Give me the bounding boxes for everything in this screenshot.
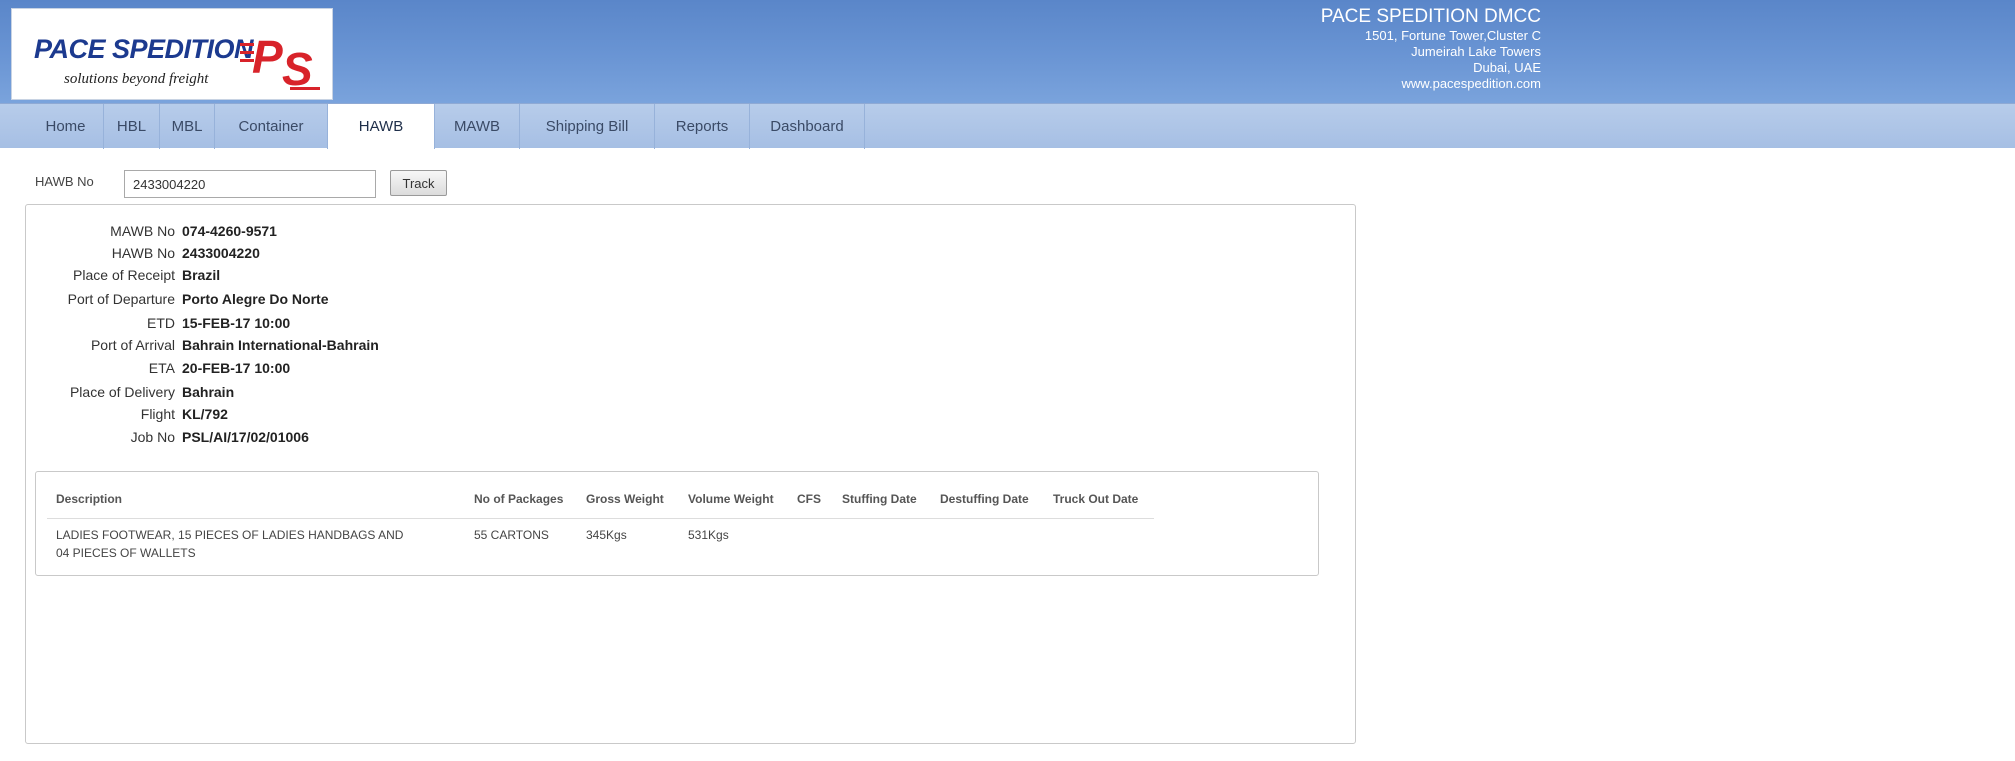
detail-label: Flight — [140, 406, 175, 422]
detail-label: ETA — [148, 360, 175, 376]
detail-label: Place of Delivery — [69, 384, 175, 400]
address-line: 1501, Fortune Tower,Cluster C — [1364, 28, 1541, 43]
detail-value: 15-FEB-17 10:00 — [182, 315, 291, 331]
detail-label: Port of Departure — [67, 291, 175, 307]
detail-label: Place of Receipt — [73, 267, 175, 283]
track-button[interactable]: Track — [390, 170, 447, 196]
tab-home[interactable]: Home — [28, 104, 104, 149]
svg-text:P: P — [252, 31, 283, 83]
column-header-gross-weight: Gross Weight — [586, 492, 664, 506]
company-name: PACE SPEDITION DMCC — [1320, 6, 1541, 27]
column-header-stuffing-date: Stuffing Date — [842, 492, 917, 506]
tab-hawb[interactable]: HAWB — [328, 104, 435, 149]
cell-description-line: 04 PIECES OF WALLETS — [56, 546, 196, 560]
tab-mawb[interactable]: MAWB — [435, 104, 520, 149]
column-header-description: Description — [56, 492, 123, 506]
address-line: Jumeirah Lake Towers — [1411, 44, 1541, 59]
detail-value: Brazil — [182, 267, 221, 283]
detail-value: Bahrain — [182, 384, 235, 400]
detail-label: HAWB No — [111, 245, 175, 261]
detail-value: Porto Alegre Do Norte — [182, 291, 329, 307]
company-logo[interactable]: PACE SPEDITION solutions beyond freight … — [11, 8, 333, 100]
tab-dashboard[interactable]: Dashboard — [750, 104, 865, 149]
detail-value: 074-4260-9571 — [182, 223, 277, 239]
cell-volume-weight: 531Kgs — [688, 528, 729, 542]
column-header-truck-out-date: Truck Out Date — [1053, 492, 1139, 506]
tab-mbl[interactable]: MBL — [160, 104, 215, 149]
detail-value: 2433004220 — [182, 245, 260, 261]
column-header-destuffing-date: Destuffing Date — [940, 492, 1029, 506]
column-header-packages: No of Packages — [474, 492, 564, 506]
company-address: PACE SPEDITION DMCC 1501, Fortune Tower,… — [1321, 6, 1541, 92]
site-header: PACE SPEDITION solutions beyond freight … — [0, 0, 2015, 103]
tab-shipping-bill[interactable]: Shipping Bill — [520, 104, 655, 149]
main-nav: Home HBL MBL Container HAWB MAWB Shippin… — [0, 103, 2015, 149]
detail-label: MAWB No — [110, 223, 175, 239]
ps-monogram-icon: P S — [240, 31, 320, 91]
detail-value: Bahrain International-Bahrain — [182, 337, 379, 353]
website-link[interactable]: www.pacespedition.com — [1321, 76, 1541, 92]
column-header-cfs: CFS — [797, 492, 821, 506]
detail-value: KL/792 — [182, 406, 228, 422]
cell-packages: 55 CARTONS — [474, 528, 549, 542]
tab-reports[interactable]: Reports — [655, 104, 750, 149]
svg-text:S: S — [282, 43, 313, 91]
logo-tagline: solutions beyond freight — [64, 71, 209, 87]
column-header-volume-weight: Volume Weight — [688, 492, 774, 506]
cargo-table — [35, 471, 1319, 576]
address-line: Dubai, UAE — [1473, 60, 1541, 75]
cell-description-line: LADIES FOOTWEAR, 15 PIECES OF LADIES HAN… — [56, 528, 404, 542]
detail-value: PSL/AI/17/02/01006 — [182, 429, 309, 445]
tab-hbl[interactable]: HBL — [104, 104, 160, 149]
tab-container[interactable]: Container — [215, 104, 328, 149]
hawb-search-label: HAWB No — [35, 174, 94, 189]
detail-label: Port of Arrival — [90, 337, 175, 353]
detail-value: 20-FEB-17 10:00 — [182, 360, 291, 376]
detail-label: Job No — [130, 429, 175, 445]
logo-brand: PACE SPEDITION — [34, 34, 254, 64]
detail-label: ETD — [147, 315, 175, 331]
hawb-search-input[interactable] — [124, 170, 376, 198]
cell-gross-weight: 345Kgs — [586, 528, 627, 542]
table-header-divider — [47, 518, 1154, 519]
